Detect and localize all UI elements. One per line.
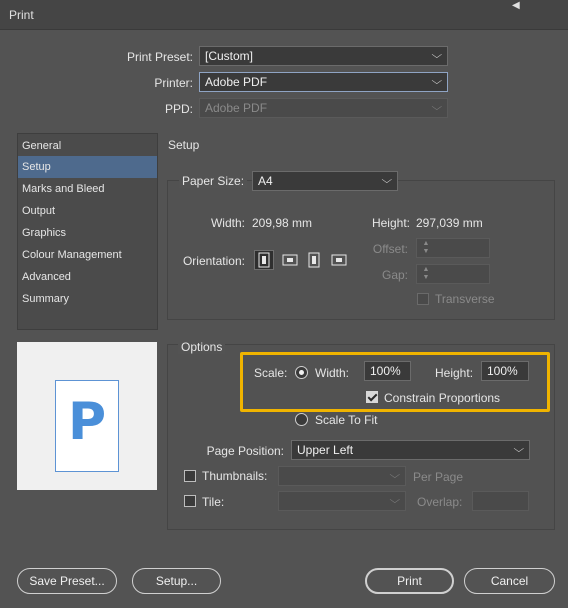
ppd-value: Adobe PDF: [205, 101, 268, 115]
options-heading: Options: [178, 340, 226, 354]
width-value: 209,98 mm: [252, 216, 313, 230]
sidebar-item-summary[interactable]: Summary: [18, 288, 157, 310]
print-preset-label: Print Preset:: [126, 50, 193, 64]
scale-to-fit-label: Scale To Fit: [315, 413, 378, 427]
sidebar-item-marks-and-bleed[interactable]: Marks and Bleed: [18, 178, 157, 200]
page-position-label: Page Position:: [206, 444, 284, 458]
chevron-down-icon: ⌵: [431, 76, 443, 87]
ppd-select: Adobe PDF ⌵: [199, 98, 448, 118]
chevron-down-icon: ⌵: [389, 495, 401, 506]
gap-label: Gap:: [381, 268, 408, 282]
tile-checkbox[interactable]: [184, 495, 196, 507]
width-label: Width:: [210, 216, 245, 230]
scale-to-fit-radio[interactable]: [295, 413, 308, 426]
setup-button[interactable]: Setup...: [132, 568, 221, 594]
page-position-select[interactable]: Upper Left ⌵: [291, 440, 530, 460]
print-preset-value: [Custom]: [205, 49, 254, 63]
paper-size-label: Paper Size:: [179, 174, 248, 188]
paper-size-select[interactable]: A4 ⌵: [252, 171, 398, 191]
thumbnails-select: ⌵: [278, 466, 406, 486]
sidebar-item-output[interactable]: Output: [18, 200, 157, 222]
chevron-down-icon: ⌵: [389, 470, 401, 481]
per-page-label: Per Page: [413, 470, 464, 484]
title-bar[interactable]: [0, 0, 568, 30]
transverse-label: Transverse: [435, 292, 495, 306]
stepper-arrows-icon: ▲ ▼: [422, 266, 430, 281]
chevron-down-icon: ⌵: [431, 102, 443, 113]
cancel-button[interactable]: Cancel: [464, 568, 555, 594]
thumbnails-checkbox[interactable]: [184, 470, 196, 482]
offset-label: Offset:: [372, 242, 408, 256]
landscape-icon[interactable]: [280, 250, 300, 270]
sidebar-item-graphics[interactable]: Graphics: [18, 222, 157, 244]
page-position-value: Upper Left: [297, 443, 354, 457]
print-button[interactable]: Print: [365, 568, 454, 594]
setup-heading: Setup: [168, 138, 200, 152]
preview-letter: P: [67, 392, 107, 452]
ppd-label: PPD:: [164, 102, 193, 116]
sidebar-item-advanced[interactable]: Advanced: [18, 266, 157, 288]
printer-select[interactable]: Adobe PDF ⌵: [199, 72, 448, 92]
printer-label: Printer:: [154, 76, 193, 90]
title-bar-arrow-icon[interactable]: ◀: [512, 0, 520, 11]
portrait-icon[interactable]: [254, 250, 274, 270]
reverse-portrait-icon[interactable]: [304, 250, 324, 270]
sidebar-item-setup[interactable]: Setup: [18, 156, 157, 178]
save-preset-button[interactable]: Save Preset...: [17, 568, 117, 594]
tile-select: ⌵: [278, 491, 406, 511]
tile-label: Tile:: [202, 495, 225, 509]
printer-value: Adobe PDF: [205, 75, 268, 89]
sidebar-item-general[interactable]: General: [18, 135, 157, 157]
overlap-label: Overlap:: [417, 495, 463, 509]
transverse-checkbox: [417, 293, 429, 305]
orientation-label: Orientation:: [182, 254, 245, 268]
chevron-down-icon: ⌵: [431, 50, 443, 61]
offset-stepper: ▲ ▼: [416, 238, 490, 258]
chevron-down-icon: ⌵: [381, 175, 393, 186]
paper-size-value: A4: [258, 174, 273, 188]
print-preset-select[interactable]: [Custom] ⌵: [199, 46, 448, 66]
stepper-arrows-icon: ▲ ▼: [422, 240, 430, 255]
height-value: 297,039 mm: [416, 216, 483, 230]
sidebar-nav: General Setup Marks and Bleed Output Gra…: [17, 133, 158, 330]
gap-stepper: ▲ ▼: [416, 264, 490, 284]
thumbnails-label: Thumbnails:: [202, 469, 268, 483]
window-title: Print: [9, 8, 34, 22]
sidebar-item-colour-management[interactable]: Colour Management: [18, 244, 157, 266]
overlap-input: [472, 491, 529, 511]
highlight-box: [240, 352, 550, 412]
chevron-down-icon: ⌵: [513, 444, 525, 455]
height-label: Height:: [371, 216, 410, 230]
